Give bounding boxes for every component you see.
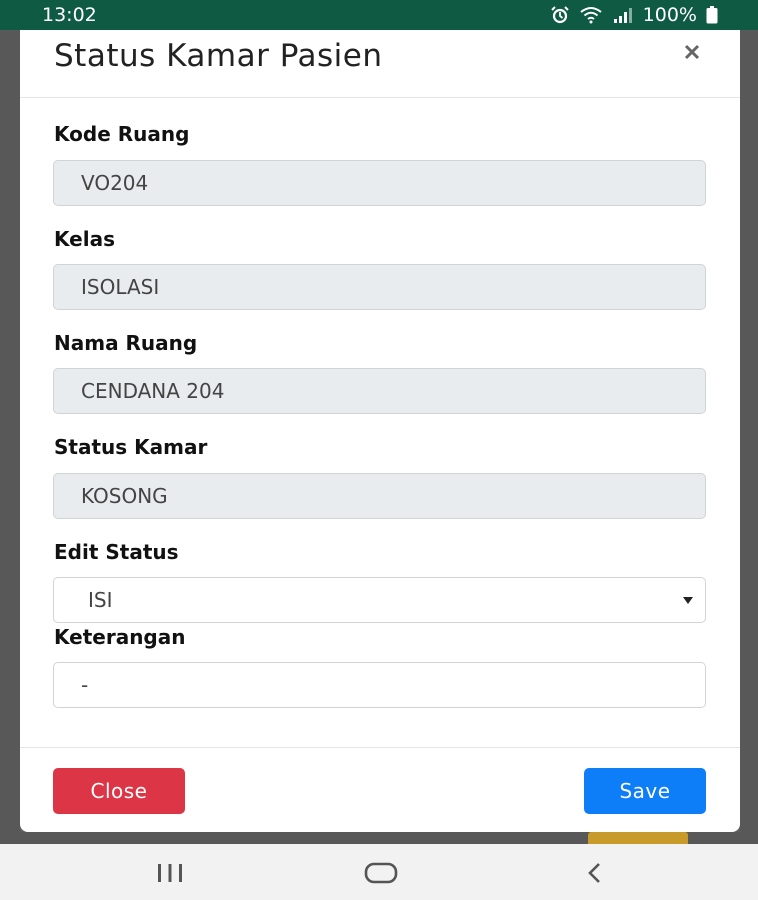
battery-text: 100% [642,4,697,26]
status-time: 13:02 [42,4,97,26]
status-kamar-label: Status Kamar [54,435,208,459]
modal-backdrop-left[interactable] [0,30,20,840]
edit-status-label: Edit Status [54,540,179,564]
status-kamar-field: KOSONG [53,473,706,519]
nama-ruang-value: CENDANA 204 [81,379,225,403]
modal-title: Status Kamar Pasien [54,38,383,74]
keterangan-input[interactable]: - [53,662,706,708]
close-button[interactable]: Close [53,768,185,814]
modal-footer-divider [20,747,740,748]
status-kamar-value: KOSONG [81,484,168,508]
battery-icon [706,6,718,24]
kode-ruang-value: VO204 [81,171,149,195]
status-bar: 13:02 100% [0,0,758,30]
background-button-peek [588,832,688,844]
keterangan-value: - [81,673,89,697]
modal-backdrop-right[interactable] [740,30,758,840]
wifi-icon [579,6,603,24]
kode-ruang-label: Kode Ruang [54,122,190,146]
recent-apps-icon[interactable] [150,858,190,888]
edit-status-select[interactable]: ISI [53,577,706,623]
signal-icon [612,6,634,24]
kelas-field: ISOLASI [53,264,706,310]
navigation-bar [0,844,758,900]
alarm-icon [550,6,570,24]
home-icon[interactable] [361,858,401,888]
edit-status-value: ISI [88,588,113,612]
status-modal: Status Kamar Pasien Kode Ruang VO204 Kel… [20,30,740,832]
modal-header: Status Kamar Pasien [20,30,740,98]
close-icon[interactable] [680,40,704,64]
keterangan-label: Keterangan [54,625,186,649]
chevron-down-icon [683,597,693,604]
kelas-label: Kelas [54,227,115,251]
nama-ruang-label: Nama Ruang [54,331,198,355]
back-icon[interactable] [575,858,615,888]
save-button[interactable]: Save [584,768,706,814]
status-icons: 100% [550,4,718,26]
kelas-value: ISOLASI [81,275,160,299]
kode-ruang-field: VO204 [53,160,706,206]
nama-ruang-field: CENDANA 204 [53,368,706,414]
